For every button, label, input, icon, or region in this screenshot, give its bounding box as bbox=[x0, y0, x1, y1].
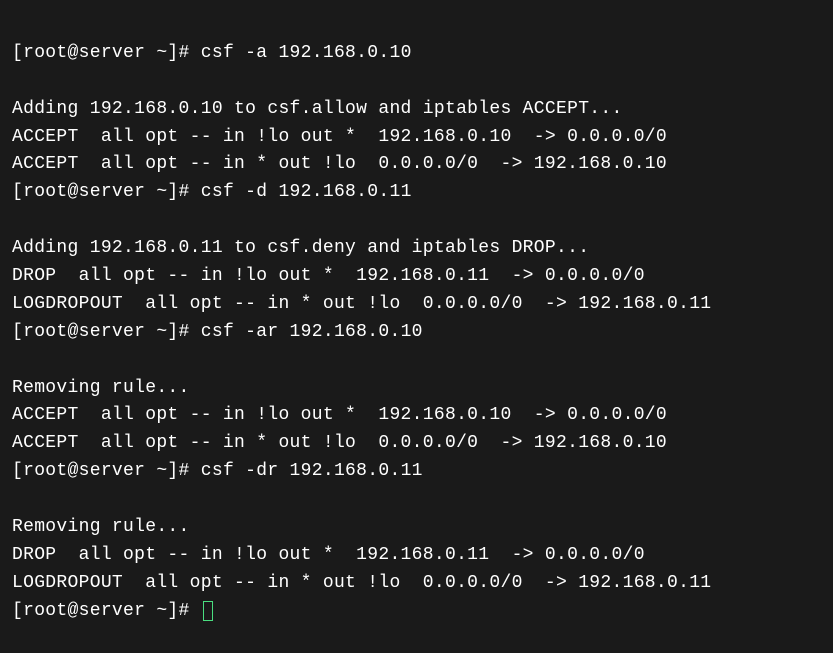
cursor-icon bbox=[203, 601, 213, 621]
output-4b: DROP all opt -- in !lo out * 192.168.0.1… bbox=[12, 545, 645, 565]
shell-prompt: [root@server ~]# bbox=[12, 601, 201, 621]
output-1a: Adding 192.168.0.10 to csf.allow and ipt… bbox=[12, 99, 623, 119]
output-3b: ACCEPT all opt -- in !lo out * 192.168.0… bbox=[12, 405, 667, 425]
shell-prompt: [root@server ~]# bbox=[12, 322, 201, 342]
prompt-line-5: [root@server ~]# bbox=[12, 598, 821, 626]
shell-prompt: [root@server ~]# bbox=[12, 182, 201, 202]
shell-prompt: [root@server ~]# bbox=[12, 43, 201, 63]
output-1b: ACCEPT all opt -- in !lo out * 192.168.0… bbox=[12, 127, 667, 147]
prompt-line-4: [root@server ~]# csf -dr 192.168.0.11 bbox=[12, 458, 821, 486]
command-2: csf -d 192.168.0.11 bbox=[201, 182, 412, 202]
output-1c: ACCEPT all opt -- in * out !lo 0.0.0.0/0… bbox=[12, 154, 667, 174]
command-3: csf -ar 192.168.0.10 bbox=[201, 322, 423, 342]
output-2b: DROP all opt -- in !lo out * 192.168.0.1… bbox=[12, 266, 645, 286]
command-4: csf -dr 192.168.0.11 bbox=[201, 461, 423, 481]
output-4a: Removing rule... bbox=[12, 517, 190, 537]
prompt-line-1: [root@server ~]# csf -a 192.168.0.10 bbox=[12, 40, 821, 68]
output-3c: ACCEPT all opt -- in * out !lo 0.0.0.0/0… bbox=[12, 433, 667, 453]
output-3a: Removing rule... bbox=[12, 378, 190, 398]
command-1: csf -a 192.168.0.10 bbox=[201, 43, 412, 63]
prompt-line-2: [root@server ~]# csf -d 192.168.0.11 bbox=[12, 179, 821, 207]
shell-prompt: [root@server ~]# bbox=[12, 461, 201, 481]
prompt-line-3: [root@server ~]# csf -ar 192.168.0.10 bbox=[12, 319, 821, 347]
terminal[interactable]: [root@server ~]# csf -a 192.168.0.10 Add… bbox=[12, 12, 821, 653]
output-2c: LOGDROPOUT all opt -- in * out !lo 0.0.0… bbox=[12, 294, 711, 314]
output-2a: Adding 192.168.0.11 to csf.deny and ipta… bbox=[12, 238, 589, 258]
output-4c: LOGDROPOUT all opt -- in * out !lo 0.0.0… bbox=[12, 573, 711, 593]
